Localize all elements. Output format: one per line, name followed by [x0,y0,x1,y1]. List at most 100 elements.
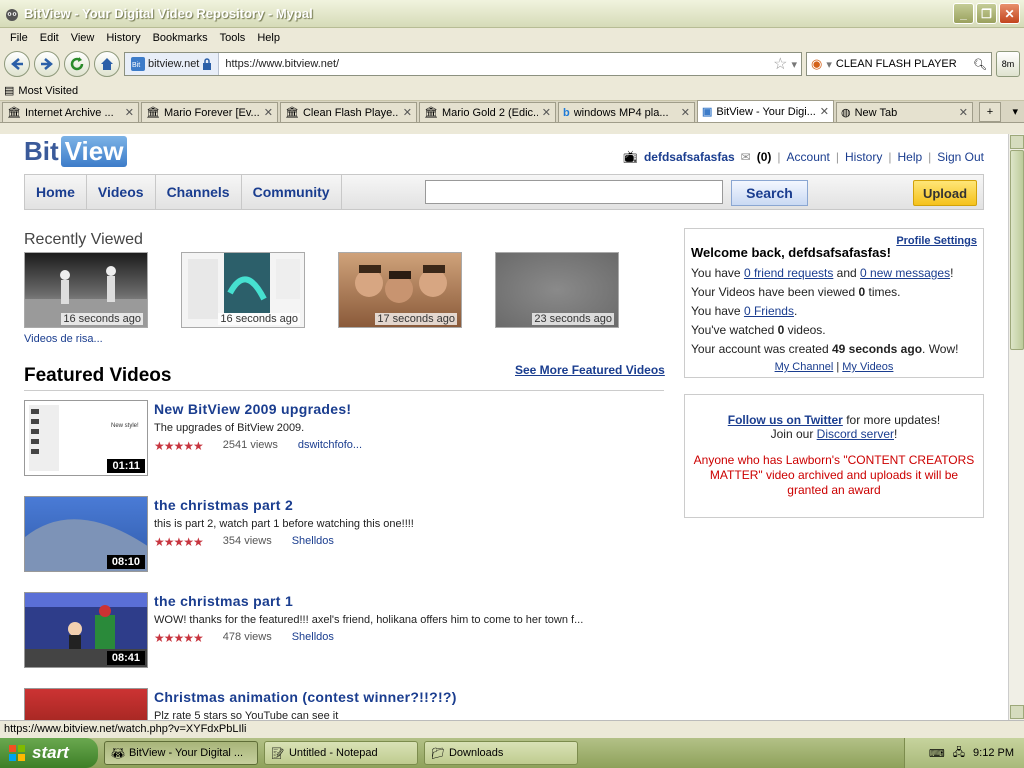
video-thumbnail[interactable] [24,688,148,720]
maximize-button[interactable]: ❐ [976,3,997,24]
profile-settings-link[interactable]: Profile Settings [896,235,977,247]
bookmark-star-icon[interactable]: ☆ [769,54,791,74]
menu-help[interactable]: Help [251,32,286,44]
back-button[interactable] [4,51,30,77]
tab-close-icon[interactable]: ✕ [125,106,134,119]
bitview-logo[interactable]: Bit View [24,136,128,167]
keyboard-icon[interactable]: ⌨ [929,747,945,760]
windows-logo-icon [9,745,25,761]
friend-requests-link[interactable]: 0 friend requests [744,266,833,280]
tab-close-icon[interactable]: ✕ [542,106,551,119]
clock[interactable]: 9:12 PM [973,747,1014,759]
recent-thumbnail[interactable]: 16 seconds ago [24,252,148,328]
menu-tools[interactable]: Tools [214,32,252,44]
video-thumbnail[interactable]: New style! 01:11 [24,400,148,476]
video-title-link[interactable]: the christmas part 1 [154,593,583,609]
search-engine-dropdown-icon[interactable]: ▾ [826,58,832,71]
network-icon[interactable]: 🖧 [953,744,965,763]
tab-mario-gold[interactable]: 🏛︎ Mario Gold 2 (Edic... ✕ [419,102,556,122]
tab-close-icon[interactable]: ✕ [403,106,412,119]
new-messages-link[interactable]: 0 new messages [860,266,950,280]
sign-out-link[interactable]: Sign Out [937,150,984,164]
discord-link[interactable]: Discord server [817,427,894,441]
nav-home[interactable]: Home [25,175,87,209]
recent-label[interactable]: Videos de risa... [24,333,148,345]
my-videos-link[interactable]: My Videos [842,361,893,373]
most-visited-bookmark[interactable]: Most Visited [18,85,78,97]
tab-close-icon[interactable]: ✕ [820,105,829,118]
site-search-input[interactable] [425,180,723,204]
close-button[interactable]: ✕ [999,3,1020,24]
tab-bitview[interactable]: ▣ BitView - Your Digi... ✕ [697,100,834,122]
nav-channels[interactable]: Channels [156,175,242,209]
reload-button[interactable] [64,51,90,77]
video-title-link[interactable]: New BitView 2009 upgrades! [154,401,362,417]
taskbar-item-downloads[interactable]: 📁︎ Downloads [424,741,578,765]
tab-clean-flash[interactable]: 🏛︎ Clean Flash Playe... ✕ [280,102,417,122]
taskbar-item-browser[interactable]: 🦝︎ BitView - Your Digital ... [104,741,258,765]
menu-bookmarks[interactable]: Bookmarks [147,32,214,44]
video-thumbnail[interactable]: 08:10 [24,496,148,572]
tab-close-icon[interactable]: ✕ [959,106,968,119]
tab-close-icon[interactable]: ✕ [264,106,273,119]
home-button[interactable] [94,51,120,77]
menu-history[interactable]: History [100,32,146,44]
search-engine-icon[interactable]: ◉ [811,56,822,72]
recent-thumbnail[interactable]: 16 seconds ago [181,252,305,328]
upload-button[interactable]: Upload [913,180,977,206]
recent-thumbnail[interactable]: 17 seconds ago [338,252,462,328]
menu-view[interactable]: View [65,32,101,44]
video-author-link[interactable]: dswitchfofo... [298,439,362,453]
nav-community[interactable]: Community [242,175,342,209]
video-author-link[interactable]: Shelldos [292,631,334,645]
tab-label: Mario Forever [Ev... [163,106,260,119]
address-bar[interactable]: Bit bitview.net https://www.bitview.net/… [124,52,802,76]
video-thumbnail[interactable]: 08:41 [24,592,148,668]
addon-button[interactable]: 8m [996,51,1020,77]
tab-new-tab[interactable]: ◍ New Tab ✕ [836,102,973,122]
username-link[interactable]: defdsafsafasfas [644,150,735,164]
url-dropdown-icon[interactable]: ▾ [791,58,801,71]
recent-item[interactable]: 17 seconds ago [338,252,462,345]
site-identity[interactable]: Bit bitview.net [125,53,220,75]
scroll-down-icon[interactable] [1010,705,1024,719]
my-channel-link[interactable]: My Channel [775,361,834,373]
forward-button[interactable] [34,51,60,77]
minimize-button[interactable]: _ [953,3,974,24]
mail-icon[interactable]: ✉ [741,150,751,164]
message-count[interactable]: (0) [757,150,772,164]
account-link[interactable]: Account [787,150,830,164]
friends-link[interactable]: 0 Friends [744,304,794,318]
twitter-link[interactable]: Follow us on Twitter [728,413,843,427]
windows-taskbar: start 🦝︎ BitView - Your Digital ... 📝︎ Unt… [0,738,1024,768]
video-author-link[interactable]: Shelldos [292,535,334,549]
search-box[interactable]: ◉ ▾ CLEAN FLASH PLAYER 🔍︎ [806,52,992,76]
menu-file[interactable]: File [4,32,34,44]
page-scrollbar[interactable] [1008,134,1024,720]
history-link[interactable]: History [845,150,882,164]
tab-close-icon[interactable]: ✕ [681,106,690,119]
search-icon[interactable]: 🔍︎ [973,58,987,71]
help-link[interactable]: Help [897,150,922,164]
tab-windows-mp4[interactable]: b windows MP4 pla... ✕ [558,102,695,122]
url-text[interactable]: https://www.bitview.net/ [219,58,769,70]
recent-item[interactable]: 16 seconds ago [181,252,305,345]
recent-item[interactable]: 16 seconds ago Videos de risa... [24,252,148,345]
new-tab-button[interactable]: + [979,102,1001,122]
start-button[interactable]: start [0,738,98,768]
nav-videos[interactable]: Videos [87,175,156,209]
recent-item[interactable]: 23 seconds ago [495,252,619,345]
site-search-button[interactable]: Search [731,180,808,206]
taskbar-item-notepad[interactable]: 📝︎ Untitled - Notepad [264,741,418,765]
home-icon [101,58,113,70]
video-title-link[interactable]: Christmas animation (contest winner?!!?!… [154,689,457,705]
tab-internet-archive[interactable]: 🏛︎ Internet Archive ... ✕ [2,102,139,122]
tab-mario-forever[interactable]: 🏛︎ Mario Forever [Ev... ✕ [141,102,278,122]
scroll-up-icon[interactable] [1010,135,1024,149]
tab-list-icon[interactable]: ▾ [1006,105,1024,122]
see-more-featured-link[interactable]: See More Featured Videos [515,363,665,377]
scrollbar-thumb[interactable] [1010,150,1024,350]
menu-edit[interactable]: Edit [34,32,65,44]
recent-thumbnail[interactable]: 23 seconds ago [495,252,619,328]
video-title-link[interactable]: the christmas part 2 [154,497,414,513]
